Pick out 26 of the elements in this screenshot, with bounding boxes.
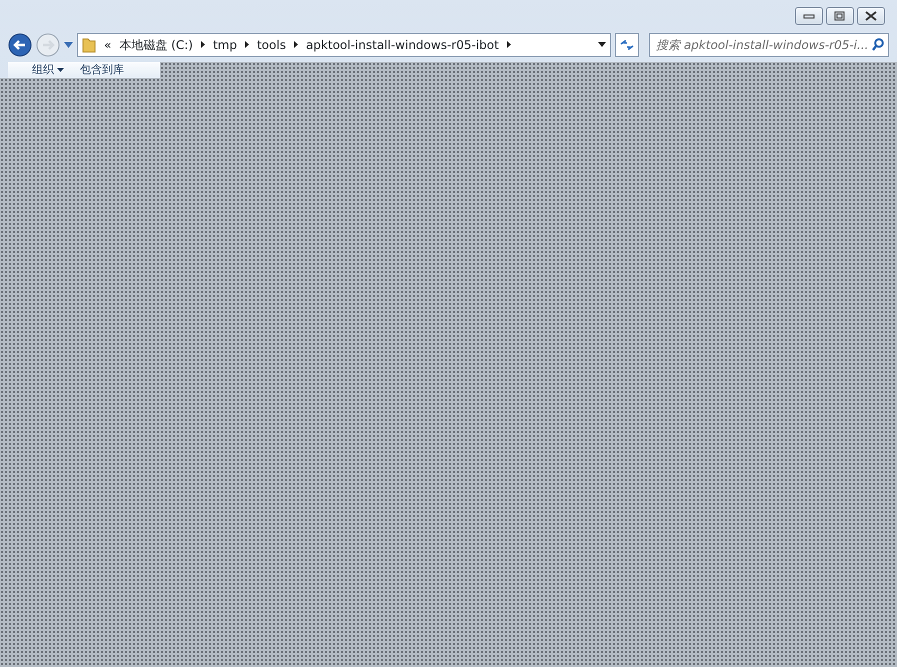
close-button[interactable]	[857, 7, 885, 25]
maximize-button[interactable]	[826, 7, 854, 25]
breadcrumb-item[interactable]: tools	[256, 36, 286, 54]
refresh-arrows-icon	[620, 40, 634, 50]
recent-pages-button[interactable]	[64, 42, 73, 48]
address-bar[interactable]: « 本地磁盘 (C:) tmp tools apktool-install-windows-r05-ibot	[77, 32, 611, 56]
caret-icon	[64, 42, 73, 48]
folder-icon	[82, 36, 96, 52]
search-field[interactable]: 搜索 apktool-install-windows-r05-i...	[649, 32, 889, 56]
close-icon	[863, 10, 879, 22]
breadcrumb-item[interactable]: apktool-install-windows-r05-ibot	[306, 36, 499, 54]
refresh-button[interactable]	[615, 32, 639, 56]
minimize-button[interactable]	[795, 7, 823, 25]
arrow-icon	[294, 41, 298, 48]
back-button[interactable]	[8, 32, 32, 56]
arrow-icon	[200, 41, 205, 48]
dropdown-caret-icon	[598, 42, 606, 47]
breadcrumb-item[interactable]: 本地磁盘 (C:)	[119, 36, 193, 54]
search-icon	[872, 38, 884, 51]
breadcrumb-item[interactable]: tmp	[212, 36, 237, 54]
toolbar-menu-button[interactable]: 包含到库	[80, 62, 124, 78]
arrow-icon	[244, 41, 249, 48]
overflow-chevron[interactable]: «	[104, 36, 112, 54]
toolbar-menu-button[interactable]: 组织	[32, 62, 64, 78]
caret-icon	[57, 68, 64, 72]
arrow-icon	[506, 41, 511, 48]
